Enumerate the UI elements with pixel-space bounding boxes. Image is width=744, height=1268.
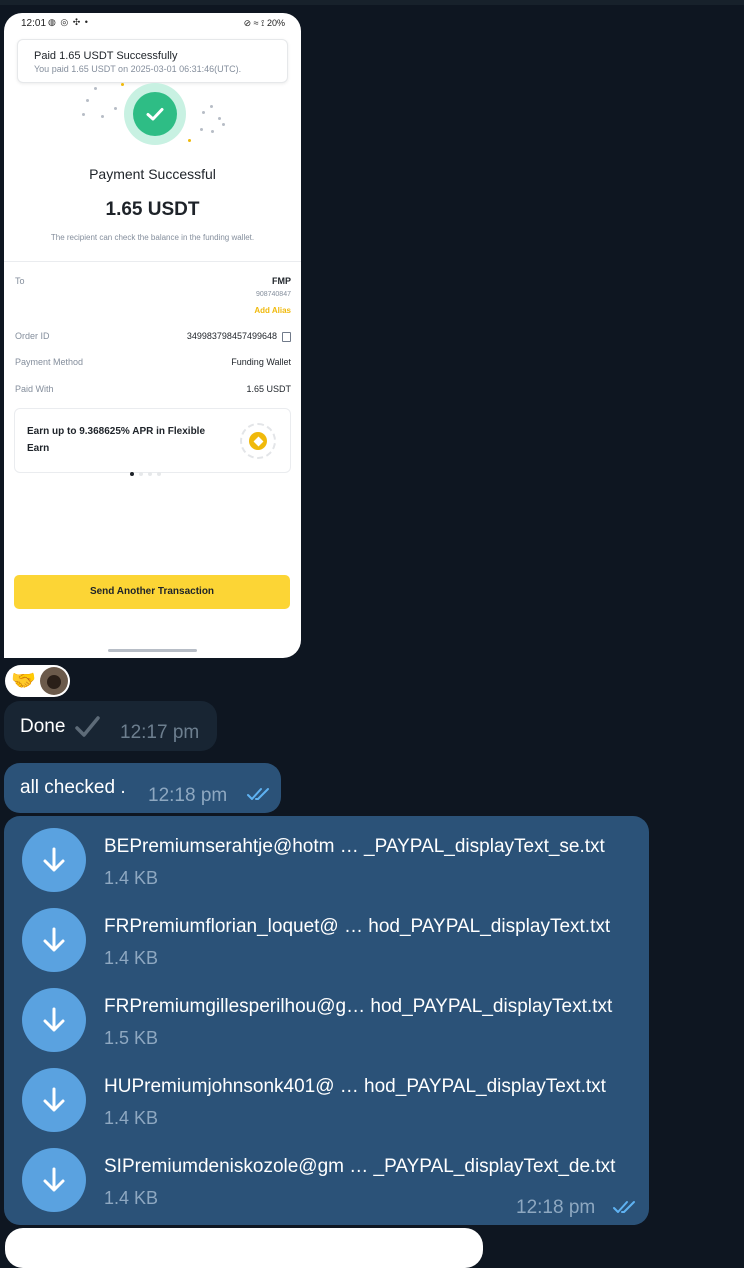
order-id-label: Order ID: [15, 331, 50, 341]
toast-subtitle: You paid 1.65 USDT on 2025-03-01 06:31:4…: [34, 64, 242, 74]
file-item[interactable]: HUPremiumjohnsonk401@ … hod_PAYPAL_displ…: [22, 1068, 642, 1132]
file-name: HUPremiumjohnsonk401@ … hod_PAYPAL_displ…: [104, 1076, 606, 1097]
next-message-bubble[interactable]: [5, 1228, 483, 1268]
handshake-emoji[interactable]: 🤝: [11, 670, 36, 692]
message-text: Done: [20, 716, 66, 737]
download-arrow-icon: [43, 847, 65, 872]
status-time: 12:01: [21, 18, 47, 29]
earn-promo-text: Earn up to 9.368625% APR in Flexible Ear…: [27, 426, 206, 454]
download-arrow-icon: [43, 1087, 65, 1112]
file-item[interactable]: BEPremiumserahtje@hotm … _PAYPAL_display…: [22, 828, 642, 892]
single-check-icon: [75, 716, 100, 737]
success-badge: [124, 83, 186, 145]
send-another-transaction-button[interactable]: Send Another Transaction: [14, 575, 290, 609]
download-button[interactable]: [22, 1148, 86, 1212]
file-size: 1.4 KB: [104, 868, 159, 888]
payment-screenshot[interactable]: 12:01 ◍ ◎ ✣ • ⊘ ≈ ⟟ 20% Paid 1.65 USDT S…: [4, 13, 301, 658]
home-indicator: [108, 649, 197, 652]
recipient-note: The recipient can check the balance in t…: [50, 233, 255, 242]
files-time: 12:18 pm: [516, 1197, 596, 1218]
file-item[interactable]: FRPremiumgillesperilhou@g… hod_PAYPAL_di…: [22, 988, 642, 1052]
double-check-icon: [613, 1201, 635, 1213]
divider: [4, 261, 301, 262]
double-check-icon: [247, 788, 269, 800]
message-bubble-outgoing[interactable]: all checked . 12:18 pm: [4, 763, 281, 813]
success-title: Payment Successful: [89, 166, 216, 182]
message-text: all checked .: [20, 777, 126, 798]
download-arrow-icon: [43, 927, 65, 952]
file-name: SIPremiumdeniskozole@gm … _PAYPAL_displa…: [104, 1156, 616, 1177]
file-size: 1.4 KB: [104, 1108, 159, 1128]
avatar: [40, 667, 68, 695]
payment-amount: 1.65 USDT: [105, 199, 200, 220]
file-size: 1.5 KB: [104, 1028, 159, 1048]
download-button[interactable]: [22, 908, 86, 972]
file-item[interactable]: FRPremiumflorian_loquet@ … hod_PAYPAL_di…: [22, 908, 642, 972]
payment-method-label: Payment Method: [15, 357, 84, 367]
top-strip: [0, 0, 744, 5]
paid-with-value: 1.65 USDT: [246, 384, 291, 394]
order-id-value: 349983798457499648: [187, 331, 291, 342]
download-arrow-icon: [43, 1167, 65, 1192]
payment-method-value: Funding Wallet: [231, 357, 291, 367]
download-arrow-icon: [43, 1007, 65, 1032]
message-time: 12:17 pm: [120, 722, 200, 743]
download-button[interactable]: [22, 1068, 86, 1132]
message-time: 12:18 pm: [148, 785, 228, 806]
toast-title: Paid 1.65 USDT Successfully: [34, 50, 178, 62]
add-alias-link[interactable]: Add Alias: [254, 306, 291, 315]
file-name: FRPremiumflorian_loquet@ … hod_PAYPAL_di…: [104, 916, 611, 937]
reactions-pill[interactable]: 🤝: [5, 665, 70, 697]
copy-icon[interactable]: [282, 331, 291, 342]
phone-status-bar: 12:01 ◍ ◎ ✣ • ⊘ ≈ ⟟ 20%: [4, 13, 301, 35]
file-size: 1.4 KB: [104, 1188, 159, 1208]
paid-with-label: Paid With: [15, 384, 54, 394]
recipient-id: 908740847: [255, 291, 291, 298]
coin-icon: [240, 423, 276, 459]
download-button[interactable]: [22, 988, 86, 1052]
carousel-pager: [130, 463, 166, 481]
message-bubble-incoming[interactable]: Done 12:17 pm: [4, 701, 217, 751]
check-icon: [146, 108, 164, 121]
recipient-name: FMP: [272, 276, 291, 286]
payment-toast: Paid 1.65 USDT Successfully You paid 1.6…: [17, 39, 288, 83]
file-name: FRPremiumgillesperilhou@g… hod_PAYPAL_di…: [104, 996, 613, 1017]
status-battery: ⊘ ≈ ⟟ 20%: [243, 18, 285, 28]
download-button[interactable]: [22, 828, 86, 892]
file-size: 1.4 KB: [104, 948, 159, 968]
to-label: To: [15, 276, 25, 286]
file-name: BEPremiumserahtje@hotm … _PAYPAL_display…: [104, 836, 605, 857]
signal-icon: ⊘ ≈ ⟟: [243, 18, 267, 28]
status-notification-icons: ◍ ◎ ✣ •: [48, 17, 89, 27]
